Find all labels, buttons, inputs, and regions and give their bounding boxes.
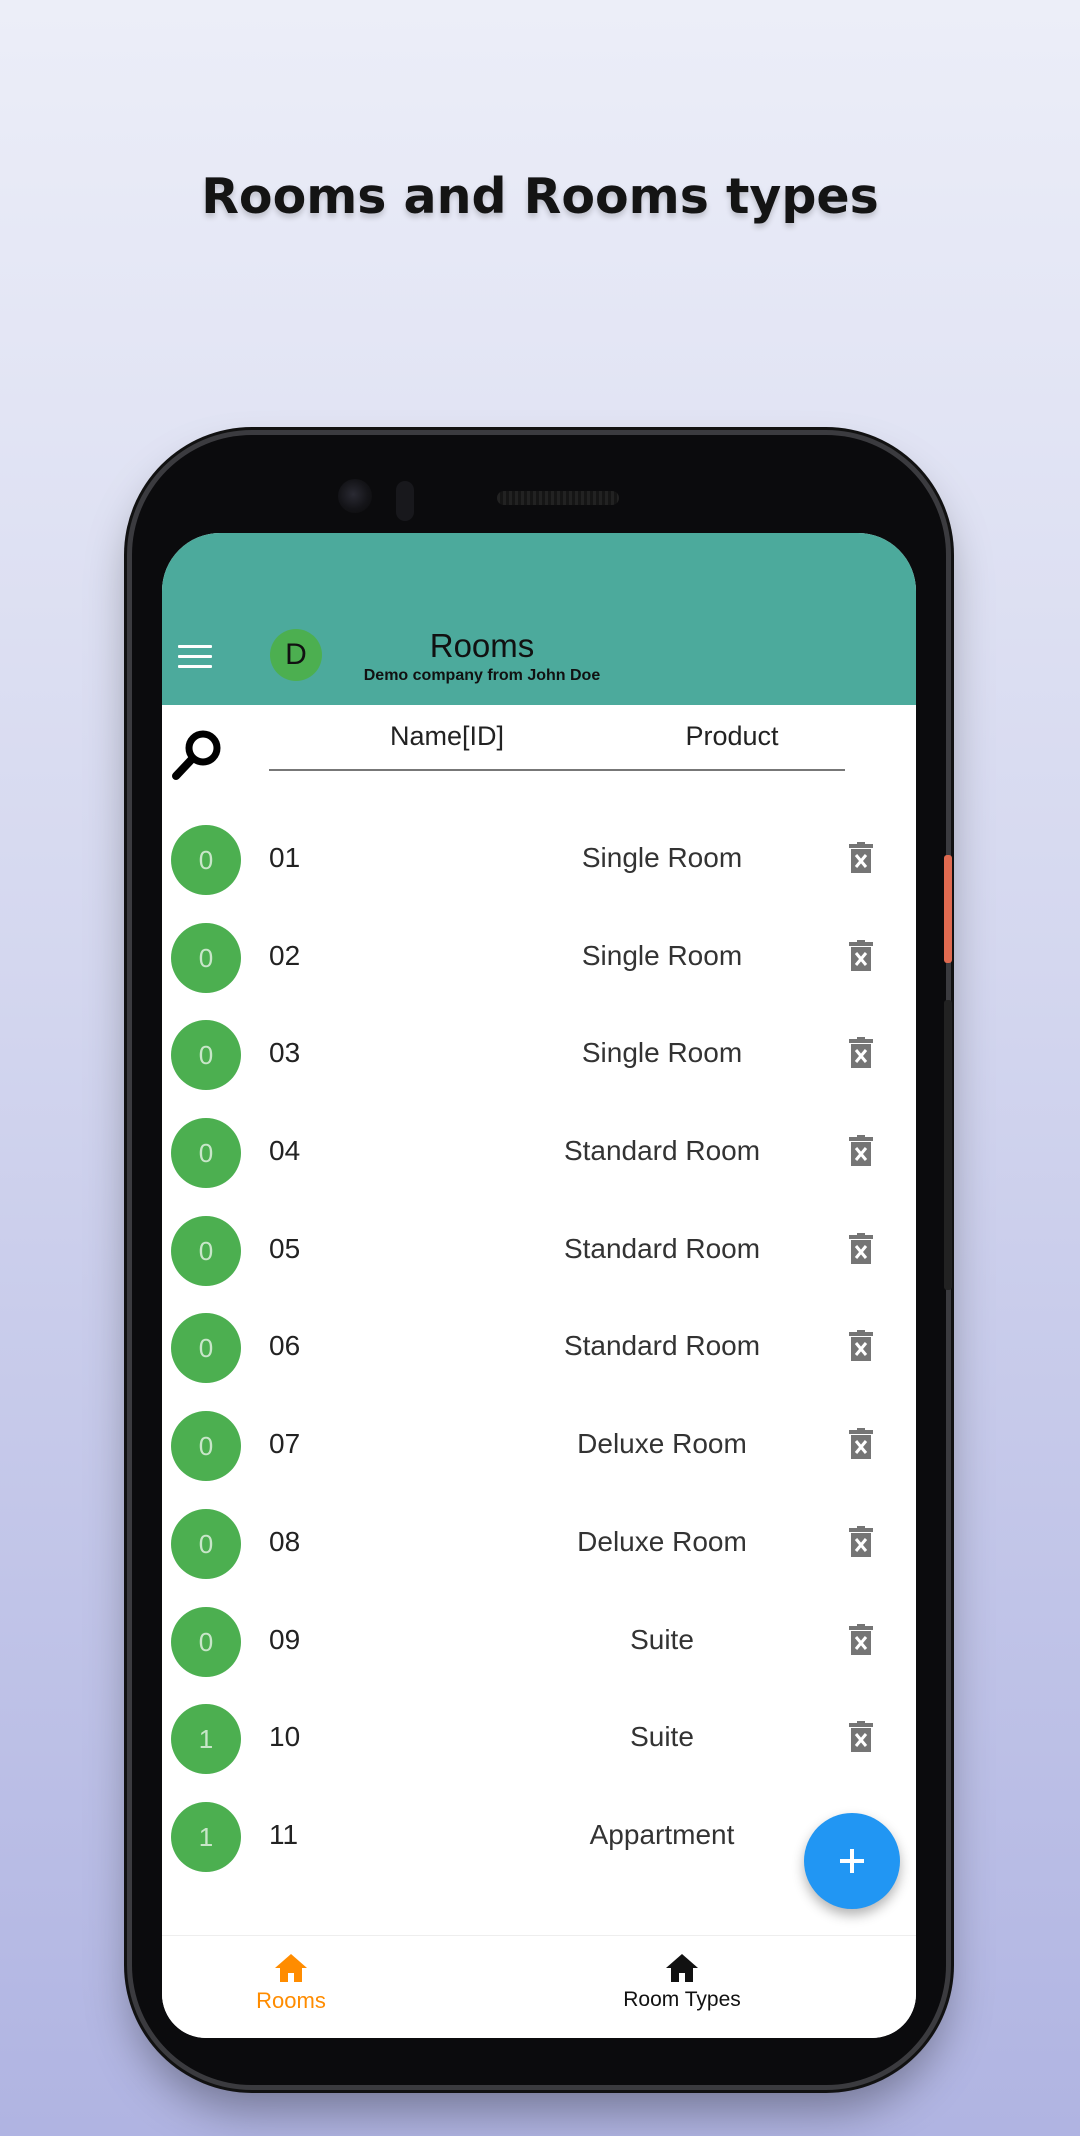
delete-icon[interactable]: [849, 1623, 873, 1656]
delete-icon[interactable]: [849, 939, 873, 972]
room-id: 01: [269, 842, 301, 873]
search-icon[interactable]: [170, 726, 226, 782]
table-row[interactable]: 1 10 Suite: [162, 1690, 916, 1788]
page-headline: Rooms and Rooms types: [201, 168, 879, 225]
page-title: Rooms: [429, 627, 535, 664]
table-row[interactable]: 0 01 Single Room: [162, 811, 916, 909]
room-status-badge: 0: [171, 922, 241, 993]
room-product: Standard Room: [563, 1330, 761, 1362]
table-row[interactable]: 0 02 Single Room: [162, 909, 916, 1007]
room-id: 08: [269, 1525, 301, 1557]
table-row[interactable]: 0 06 Standard Room: [162, 1299, 916, 1397]
room-id: 04: [269, 1135, 301, 1167]
delete-icon[interactable]: [849, 842, 873, 874]
table-row[interactable]: 0 07 Deluxe Room: [162, 1397, 916, 1495]
delete-icon[interactable]: [849, 1428, 873, 1460]
app-screen: D Rooms Demo company from John Doe Name[…: [162, 533, 916, 2038]
nav-label-rooms: Rooms: [256, 1988, 326, 2013]
room-product: Standard Room: [563, 1135, 761, 1167]
power-button: [944, 855, 952, 963]
column-header-product[interactable]: Product: [632, 721, 832, 752]
delete-icon[interactable]: [849, 1037, 873, 1069]
nav-item-rooms[interactable]: Rooms: [191, 1936, 391, 2038]
room-id: 11: [269, 1818, 299, 1850]
menu-icon[interactable]: [178, 645, 212, 673]
room-product: Suite: [630, 1623, 694, 1655]
table-row[interactable]: 0 08 Deluxe Room: [162, 1495, 916, 1593]
room-id: 05: [269, 1232, 301, 1264]
delete-icon[interactable]: [849, 1330, 873, 1362]
room-product: Standard Room: [563, 1232, 761, 1264]
room-list: 0 01 Single Room 0 02 Single Room 0 03 Single Ro…: [162, 811, 916, 1886]
room-product: Suite: [630, 1721, 694, 1753]
room-status-badge: 1: [171, 1801, 241, 1872]
app-bar: D Rooms Demo company from John Doe: [162, 533, 916, 705]
room-id: 02: [269, 939, 301, 971]
room-status-badge: 0: [171, 1020, 241, 1091]
proximity-sensor: [396, 481, 414, 521]
company-subtitle: Demo company from John Doe: [363, 667, 601, 684]
nav-item-room-types[interactable]: Room Types: [582, 1936, 782, 2038]
room-product: Deluxe Room: [577, 1428, 747, 1460]
delete-icon[interactable]: [849, 1525, 873, 1558]
room-id: 06: [269, 1330, 301, 1362]
room-status-badge: 0: [171, 1313, 241, 1384]
column-header-name[interactable]: Name[ID]: [332, 721, 562, 752]
delete-icon[interactable]: [849, 1721, 873, 1753]
room-status-badge: 0: [171, 1118, 241, 1189]
delete-icon[interactable]: [849, 1232, 873, 1265]
room-status-badge: 0: [171, 1215, 241, 1286]
table-row[interactable]: 0 04 Standard Room: [162, 1104, 916, 1202]
room-id: 10: [269, 1721, 301, 1753]
earpiece-speaker: [497, 491, 619, 505]
room-status-badge: 0: [171, 825, 241, 895]
nav-label-room-types: Room Types: [623, 1988, 741, 2011]
add-room-button[interactable]: [804, 1813, 900, 1909]
room-product: Appartment: [589, 1818, 735, 1850]
room-status-badge: 0: [171, 1508, 241, 1579]
room-product: Deluxe Room: [577, 1525, 747, 1557]
company-avatar[interactable]: D: [270, 629, 322, 681]
table-row[interactable]: 0 03 Single Room: [162, 1006, 916, 1104]
table-row[interactable]: 0 09 Suite: [162, 1593, 916, 1691]
volume-button: [944, 1000, 952, 1290]
room-id: 09: [269, 1623, 301, 1655]
table-row[interactable]: 0 05 Standard Room: [162, 1202, 916, 1300]
room-product: Single Room: [581, 939, 743, 971]
room-product: Single Room: [581, 842, 743, 873]
room-id: 03: [269, 1037, 301, 1069]
room-product: Single Room: [581, 1037, 743, 1069]
front-camera: [338, 479, 372, 513]
room-id: 07: [269, 1428, 301, 1460]
room-status-badge: 0: [171, 1606, 241, 1677]
header-divider: [269, 769, 845, 771]
home-icon: [275, 1954, 307, 1982]
room-status-badge: 1: [171, 1704, 241, 1775]
table-row[interactable]: 1 11 Appartment: [162, 1788, 916, 1886]
home-icon: [666, 1954, 698, 1982]
delete-icon[interactable]: [849, 1135, 873, 1167]
room-status-badge: 0: [171, 1411, 241, 1482]
bottom-navigation: Rooms Room Types: [162, 1935, 916, 2038]
